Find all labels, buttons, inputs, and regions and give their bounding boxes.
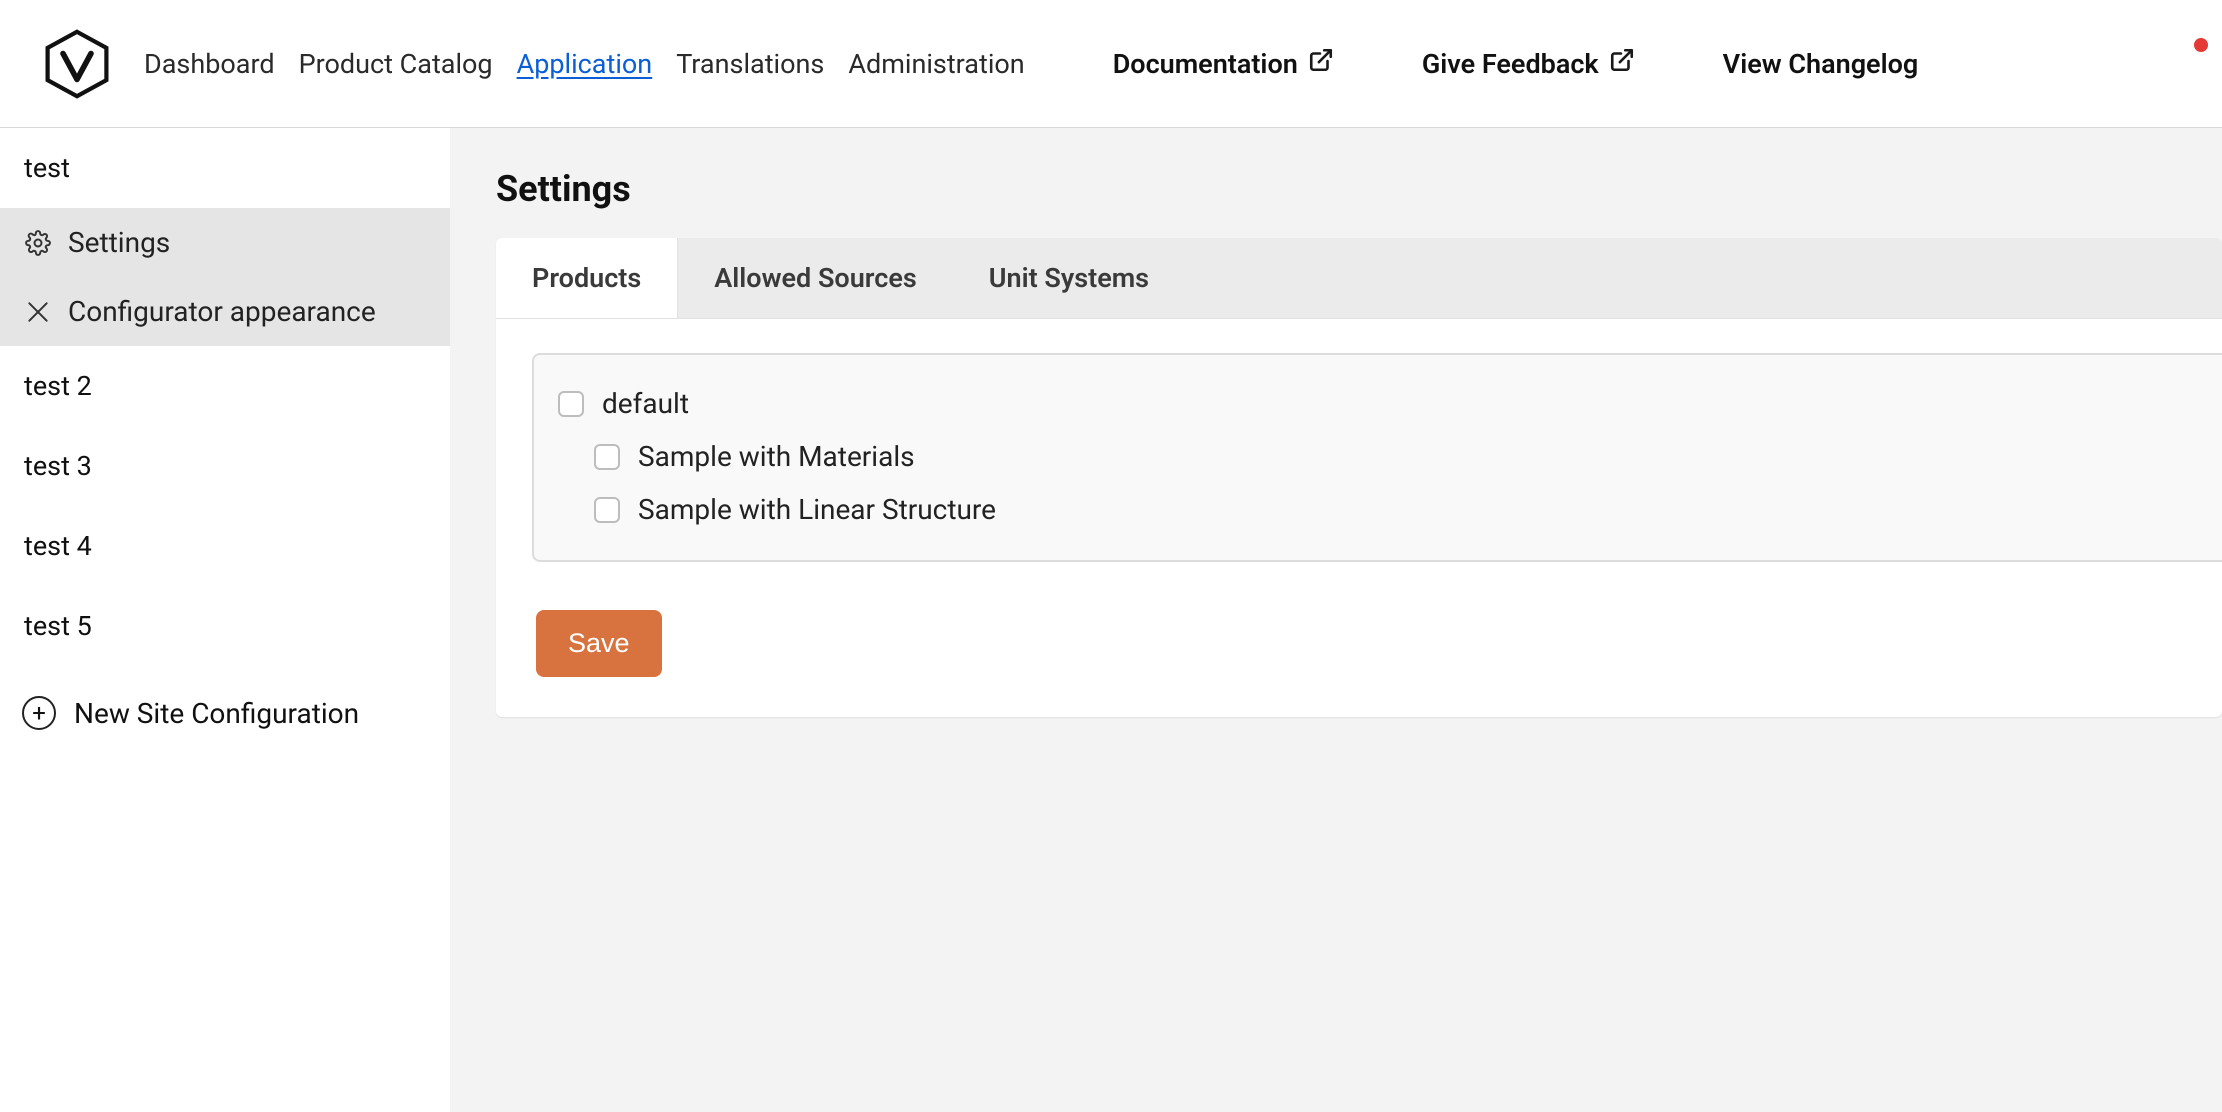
- sidebar-sublist: Settings Configurator appearance: [0, 208, 450, 346]
- sidebar-site-test-group: Settings Configurator appearance: [0, 208, 450, 346]
- nav-dashboard[interactable]: Dashboard: [144, 48, 275, 80]
- tab-allowed-sources[interactable]: Allowed Sources: [678, 238, 953, 318]
- sidebar-item-label: Settings: [68, 226, 170, 259]
- sidebar-site-test-2[interactable]: test 2: [0, 346, 450, 426]
- page-title: Settings: [496, 168, 2222, 210]
- topbar: Dashboard Product Catalog Application Tr…: [0, 0, 2222, 128]
- checkbox[interactable]: [558, 391, 584, 417]
- nav-give-feedback[interactable]: Give Feedback: [1422, 47, 1635, 80]
- nav-application[interactable]: Application: [517, 48, 653, 80]
- settings-panel: Products Allowed Sources Unit Systems de…: [496, 238, 2222, 717]
- product-row-sample-linear: Sample with Linear Structure: [558, 483, 2198, 536]
- product-label: default: [602, 387, 689, 420]
- product-row-sample-materials: Sample with Materials: [558, 430, 2198, 483]
- shell: test Settings Configurator appearance te…: [0, 128, 2222, 1112]
- new-site-label: New Site Configuration: [74, 697, 359, 730]
- sidebar-item-label: Configurator appearance: [68, 295, 376, 328]
- tab-unit-systems[interactable]: Unit Systems: [953, 238, 1185, 318]
- brand-logo[interactable]: [42, 29, 112, 99]
- sidebar-site-test-5[interactable]: test 5: [0, 586, 450, 666]
- nav-documentation-label: Documentation: [1113, 48, 1298, 80]
- nav-give-feedback-label: Give Feedback: [1422, 48, 1599, 80]
- sidebar: test Settings Configurator appearance te…: [0, 128, 450, 1112]
- tab-products[interactable]: Products: [496, 238, 678, 318]
- save-button[interactable]: Save: [536, 610, 662, 677]
- products-tree: default Sample with Materials Sample wit…: [532, 353, 2222, 562]
- notification-dot-icon[interactable]: [2194, 38, 2208, 52]
- product-label: Sample with Linear Structure: [638, 493, 996, 526]
- gear-icon: [24, 229, 52, 257]
- tab-panel-products: default Sample with Materials Sample wit…: [496, 319, 2222, 717]
- sidebar-site-test-3[interactable]: test 3: [0, 426, 450, 506]
- sidebar-site-test[interactable]: test: [0, 128, 450, 208]
- nav-administration[interactable]: Administration: [848, 48, 1024, 80]
- product-row-default: default: [558, 377, 2198, 430]
- checkbox[interactable]: [594, 444, 620, 470]
- nav-documentation[interactable]: Documentation: [1113, 47, 1334, 80]
- checkbox[interactable]: [594, 497, 620, 523]
- nav-view-changelog[interactable]: View Changelog: [1723, 48, 1919, 80]
- primary-nav: Dashboard Product Catalog Application Tr…: [144, 47, 1918, 80]
- sidebar-site-test-4[interactable]: test 4: [0, 506, 450, 586]
- external-link-icon: [1609, 47, 1635, 80]
- main-content: Settings Products Allowed Sources Unit S…: [450, 128, 2222, 1112]
- new-site-configuration-button[interactable]: + New Site Configuration: [0, 666, 450, 760]
- nav-translations[interactable]: Translations: [676, 48, 824, 80]
- external-link-icon: [1308, 47, 1334, 80]
- nav-product-catalog[interactable]: Product Catalog: [299, 48, 493, 80]
- tabs: Products Allowed Sources Unit Systems: [496, 238, 2222, 319]
- plus-circle-icon: +: [22, 696, 56, 730]
- appearance-icon: [24, 298, 52, 326]
- sidebar-item-configurator-appearance[interactable]: Configurator appearance: [0, 277, 450, 346]
- product-label: Sample with Materials: [638, 440, 915, 473]
- sidebar-item-settings[interactable]: Settings: [0, 208, 450, 277]
